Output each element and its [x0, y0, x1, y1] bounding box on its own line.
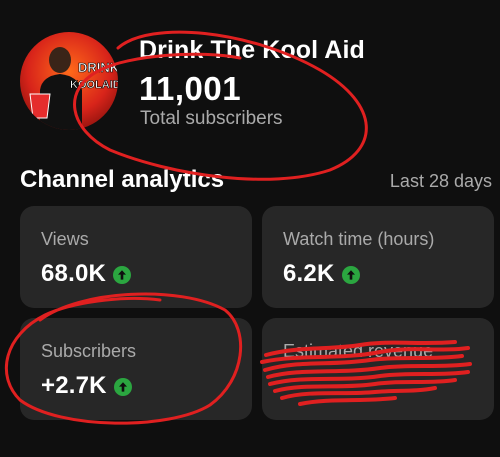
channel-name[interactable]: Drink The Kool Aid	[139, 36, 365, 65]
arrow-up-circle-icon	[113, 377, 132, 396]
subscribers-card[interactable]: Subscribers +2.7K	[20, 318, 252, 420]
subscriber-label: Total subscribers	[140, 108, 283, 129]
avatar-image: DRINK KOOLAID	[20, 32, 118, 130]
card-label: Watch time (hours)	[283, 229, 435, 249]
views-card[interactable]: Views 68.0K	[20, 206, 252, 308]
estimated-revenue-card[interactable]: Estimated revenue	[262, 318, 494, 420]
card-value: 6.2K	[283, 260, 335, 287]
card-label: Estimated revenue	[283, 341, 434, 361]
card-value-row: 68.0K	[41, 260, 132, 288]
card-value-row: 6.2K	[283, 260, 360, 288]
arrow-up-circle-icon	[341, 265, 360, 284]
card-value: +2.7K	[41, 372, 107, 399]
channel-header: DRINK KOOLAID Drink The Kool Aid 11,001 …	[20, 32, 490, 142]
card-value-row: +2.7K	[41, 372, 132, 400]
card-value: 68.0K	[41, 260, 107, 287]
avatar-logo-text-top: DRINK	[78, 60, 118, 75]
arrow-up-circle-icon	[113, 265, 132, 284]
avatar-logo-text-bottom: KOOLAID	[70, 79, 118, 91]
card-label: Views	[41, 229, 89, 249]
subscriber-count: 11,001	[139, 70, 242, 107]
watch-time-card[interactable]: Watch time (hours) 6.2K	[262, 206, 494, 308]
card-label: Subscribers	[41, 341, 137, 361]
channel-avatar[interactable]: DRINK KOOLAID	[20, 32, 118, 130]
analytics-title: Channel analytics	[20, 166, 225, 193]
analytics-period[interactable]: Last 28 days	[390, 171, 492, 192]
